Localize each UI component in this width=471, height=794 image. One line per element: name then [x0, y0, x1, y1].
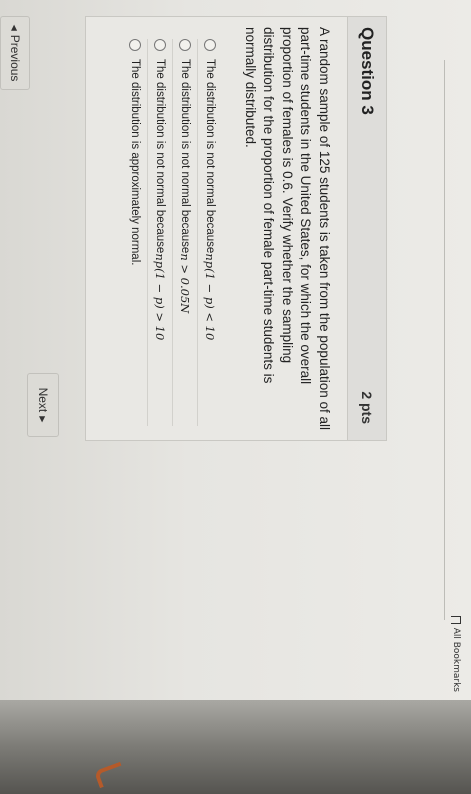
next-button[interactable]: Next ▶: [27, 373, 59, 437]
answer-text: The distribution is not normal because: [179, 59, 192, 254]
screen: All Bookmarks Question 3 2 pts A random …: [0, 0, 471, 700]
question-header: Question 3 2 pts: [347, 17, 386, 440]
folder-icon: [451, 615, 461, 624]
question-title: Question 3: [358, 27, 377, 115]
answer-list: The distribution is not normal because n…: [124, 17, 223, 440]
answer-option[interactable]: The distribution is not normal because n…: [147, 39, 173, 426]
all-bookmarks-label: All Bookmarks: [451, 627, 461, 692]
divider: [444, 60, 445, 620]
next-label: Next: [36, 387, 50, 413]
previous-label: Previous: [8, 34, 22, 82]
answer-text: The distribution is not normal because: [154, 59, 167, 254]
radio-button[interactable]: [154, 39, 167, 51]
laptop-bezel: [0, 700, 471, 794]
answer-option[interactable]: The distribution is approximately normal…: [124, 39, 148, 426]
answer-math: np(1 − p) > 10: [153, 253, 168, 341]
radio-button[interactable]: [179, 39, 192, 51]
answer-text: The distribution is not normal because: [204, 59, 217, 254]
question-points: 2 pts: [359, 391, 375, 424]
caret-left-icon: ◀: [10, 24, 20, 31]
answer-math: n > 0.05N: [178, 253, 193, 314]
answer-option[interactable]: The distribution is not normal because n…: [197, 39, 223, 426]
answer-text: The distribution is approximately normal…: [129, 59, 142, 266]
answer-option[interactable]: The distribution is not normal because n…: [172, 39, 198, 426]
quiz-page: All Bookmarks Question 3 2 pts A random …: [0, 0, 471, 700]
question-text: A random sample of 125 students is taken…: [243, 27, 332, 430]
radio-button[interactable]: [129, 39, 142, 51]
all-bookmarks-link[interactable]: All Bookmarks: [451, 615, 461, 692]
answer-math: np(1 − p) < 10: [203, 253, 218, 341]
caret-right-icon: ▶: [38, 416, 48, 423]
previous-button[interactable]: ◀ Previous: [0, 16, 30, 90]
question-card: Question 3 2 pts A random sample of 125 …: [85, 16, 387, 441]
radio-button[interactable]: [204, 39, 217, 51]
